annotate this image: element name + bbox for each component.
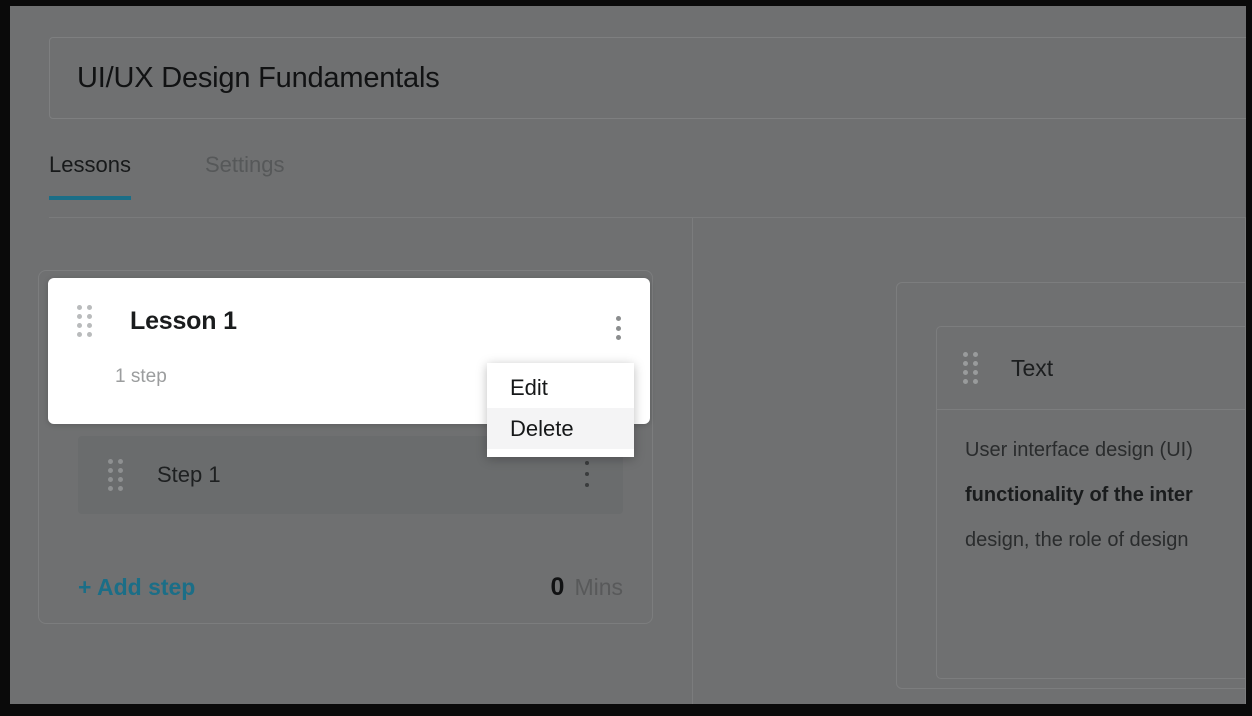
tab-bar-divider <box>49 217 1246 218</box>
add-step-button[interactable]: + Add step <box>78 574 195 601</box>
menu-item-edit[interactable]: Edit <box>487 367 634 408</box>
lesson-title: Lesson 1 <box>130 306 237 335</box>
tab-lessons-label: Lessons <box>49 152 131 177</box>
more-vertical-icon[interactable] <box>608 314 628 342</box>
drag-handle-icon[interactable] <box>108 459 123 491</box>
app-surface: UI/UX Design Fundamentals Lessons Settin… <box>10 6 1246 704</box>
more-vertical-icon[interactable] <box>579 461 595 487</box>
text-body-line: design, the role of design <box>965 529 1189 551</box>
course-title-value: UI/UX Design Fundamentals <box>77 61 440 94</box>
lesson-card-footer: + Add step 0 Mins <box>38 558 653 616</box>
text-body-line: User interface design (UI) <box>965 439 1193 461</box>
menu-item-edit-label: Edit <box>510 374 548 400</box>
drag-handle-icon[interactable] <box>963 352 978 384</box>
text-content-block[interactable]: Text User interface design (UI) function… <box>936 326 1246 679</box>
lesson-title-row: Lesson 1 <box>48 278 650 364</box>
lesson-context-menu: Edit Delete <box>487 363 634 457</box>
tab-lessons[interactable]: Lessons <box>49 152 131 200</box>
lesson-duration-value: 0 <box>550 572 565 601</box>
tab-bar: Lessons Settings <box>49 152 1246 218</box>
tab-settings[interactable]: Settings <box>205 152 285 200</box>
text-block-body[interactable]: User interface design (UI) functionality… <box>937 410 1246 563</box>
screenshot-frame: UI/UX Design Fundamentals Lessons Settin… <box>0 0 1252 716</box>
column-divider <box>692 218 693 704</box>
menu-item-delete[interactable]: Delete <box>487 408 634 449</box>
drag-handle-icon[interactable] <box>77 305 92 337</box>
step-label: Step 1 <box>157 462 221 487</box>
text-body-line: functionality of the inter <box>965 484 1193 506</box>
menu-item-delete-label: Delete <box>510 415 574 441</box>
lesson-duration-unit: Mins <box>574 573 623 600</box>
tab-settings-label: Settings <box>204 152 285 177</box>
lesson-duration: 0 Mins <box>551 573 623 602</box>
text-block-title: Text <box>1011 354 1054 381</box>
lesson-step-count: 1 step <box>115 366 167 387</box>
text-block-header: Text <box>937 327 1246 410</box>
course-title-input[interactable]: UI/UX Design Fundamentals <box>49 37 1246 119</box>
